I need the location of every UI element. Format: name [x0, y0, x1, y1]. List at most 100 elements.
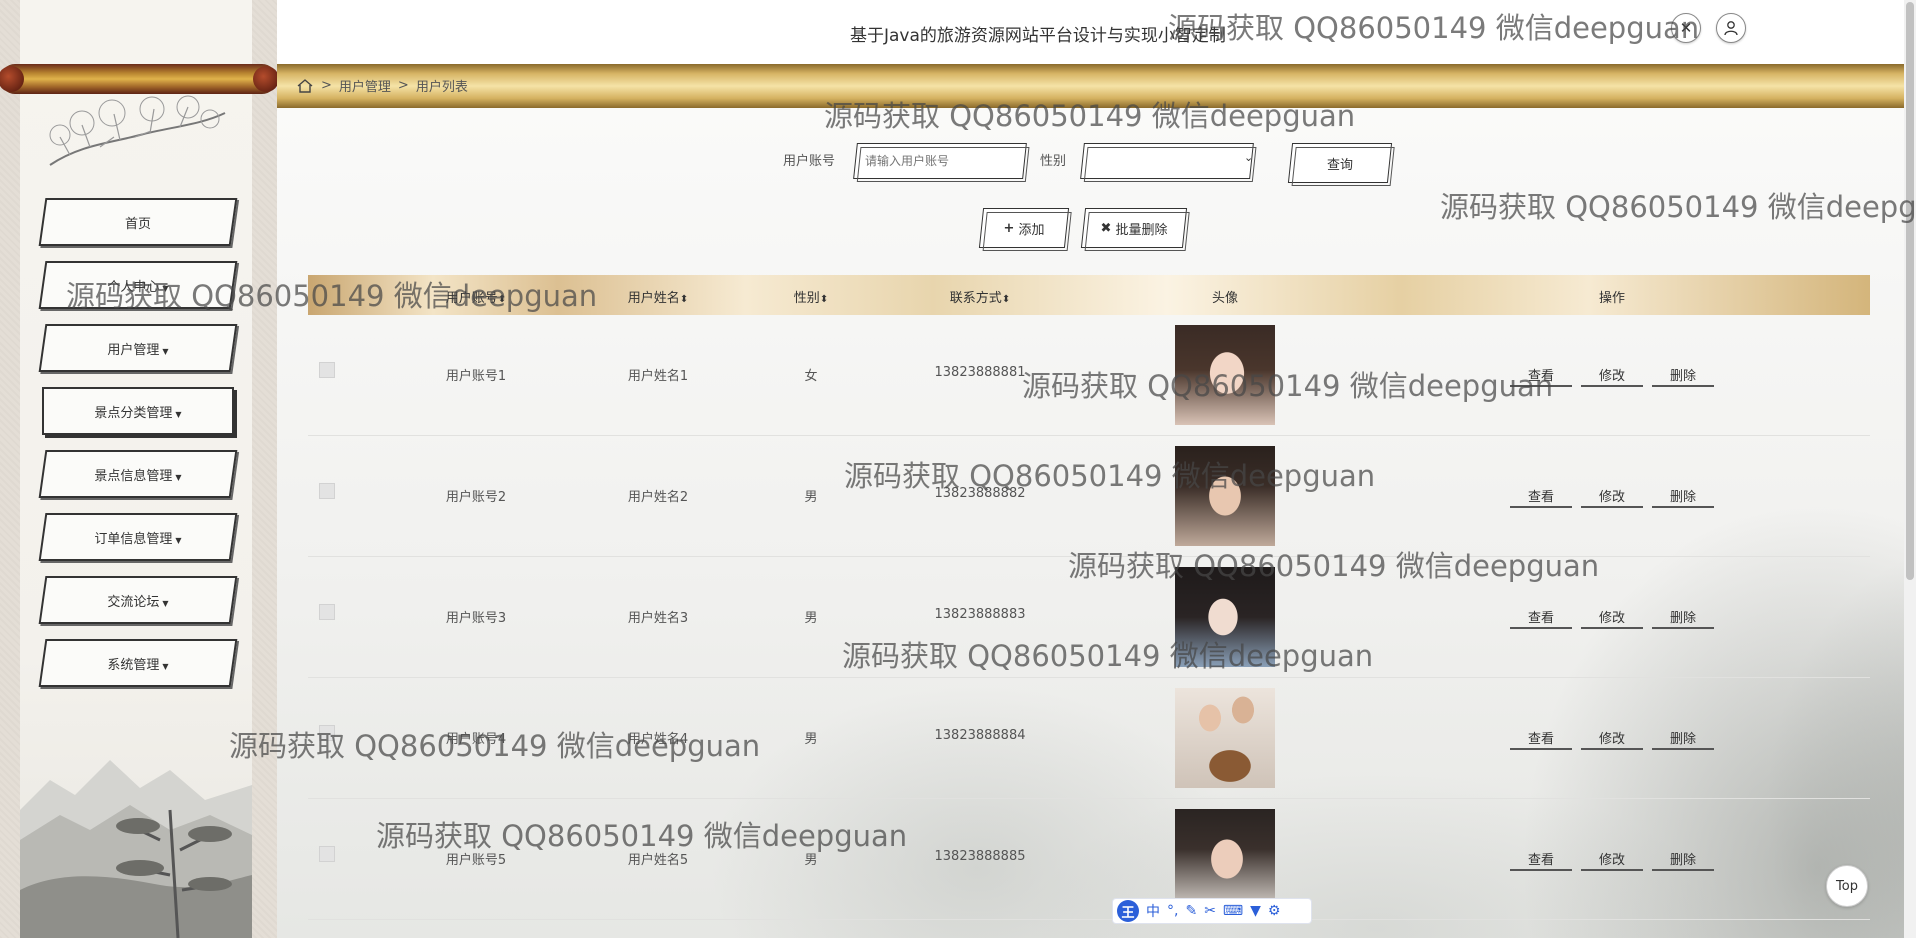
sidebar-item-system[interactable]: 系统管理 ▼	[38, 639, 238, 687]
batch-delete-label: 批量删除	[1115, 222, 1168, 238]
scrollbar-thumb[interactable]	[1906, 2, 1914, 580]
batch-delete-button[interactable]: ✖ 批量删除	[1083, 208, 1185, 248]
sort-icon: ⬍	[679, 294, 689, 305]
edit-button[interactable]: 修改	[1581, 605, 1643, 629]
view-button[interactable]: 查看	[1510, 847, 1572, 871]
row-checkbox[interactable]	[319, 846, 335, 862]
row-checkbox[interactable]	[319, 483, 335, 499]
edit-button[interactable]: 修改	[1581, 847, 1643, 871]
pen-icon[interactable]: ✎	[1185, 903, 1197, 919]
breadcrumb-bar	[277, 64, 1904, 108]
ime-toolbar: 王 中 °, ✎ ✂ ⌨ ▼ ⚙	[1112, 898, 1312, 924]
cell-phone: 13823888881	[934, 365, 1026, 380]
table-row: 用户账号4 用户姓名4 男 13823888884 查看 修改 删除	[308, 678, 1870, 799]
avatar	[1175, 809, 1275, 909]
avatar	[1175, 688, 1275, 788]
plus-icon: +	[1003, 220, 1015, 236]
scissors-icon[interactable]: ✂	[1204, 903, 1216, 919]
cell-phone: 13823888885	[934, 849, 1026, 864]
delete-button[interactable]: 删除	[1652, 726, 1714, 750]
home-icon[interactable]	[296, 78, 314, 94]
sidebar-item-orders[interactable]: 订单信息管理 ▼	[38, 513, 238, 561]
cell-account: 用户账号4	[445, 732, 507, 747]
cell-account: 用户账号3	[445, 611, 507, 626]
back-to-top-button[interactable]: Top	[1826, 865, 1868, 907]
view-button[interactable]: 查看	[1510, 484, 1572, 508]
caret-down-icon: ▼	[175, 535, 182, 545]
column-header-phone[interactable]: 联系方式⬍	[950, 287, 1010, 306]
breadcrumb-item[interactable]: 用户管理	[339, 76, 391, 95]
caret-down-icon: ▼	[162, 661, 169, 671]
column-header-gender[interactable]: 性别⬍	[794, 287, 828, 306]
view-button[interactable]: 查看	[1510, 726, 1572, 750]
cell-gender: 男	[804, 490, 818, 505]
view-button[interactable]: 查看	[1510, 363, 1572, 387]
edit-button[interactable]: 修改	[1581, 484, 1643, 508]
avatar	[1175, 567, 1275, 667]
mountain-painting-decoration	[20, 760, 252, 938]
sidebar-item-home[interactable]: 首页	[38, 198, 238, 246]
cell-gender: 男	[804, 732, 818, 747]
add-button-label: 添加	[1018, 222, 1045, 238]
delete-button[interactable]: 删除	[1652, 484, 1714, 508]
cell-gender: 男	[804, 611, 818, 626]
user-icon[interactable]	[1716, 13, 1746, 43]
table-header: 用户账号⬍ 用户姓名⬍ 性别⬍ 联系方式⬍ 头像 操作	[308, 275, 1870, 315]
cell-account: 用户账号1	[445, 369, 507, 384]
ime-logo-icon[interactable]: 王	[1117, 900, 1139, 922]
caret-down-icon: ▼	[162, 346, 169, 356]
punctuation-icon[interactable]: °,	[1167, 903, 1178, 919]
pine-branch-decoration	[49, 95, 226, 166]
column-header-name[interactable]: 用户姓名⬍	[628, 287, 688, 306]
caret-down-icon: ▼	[162, 598, 169, 608]
row-checkbox[interactable]	[319, 604, 335, 620]
account-label: 用户账号	[783, 154, 836, 169]
view-button[interactable]: 查看	[1510, 605, 1572, 629]
column-header-avatar: 头像	[1211, 291, 1239, 306]
sidebar: 首页 个人中心 ▼ 用户管理 ▼ 景点分类管理 ▼ 景点信息管理 ▼ 订单信息管理 ▼ 交…	[0, 0, 279, 938]
cell-gender: 女	[804, 369, 818, 384]
keyboard-icon[interactable]: ⌨	[1223, 903, 1243, 919]
sidebar-item-forum[interactable]: 交流论坛 ▼	[38, 576, 238, 624]
delete-button[interactable]: 删除	[1652, 605, 1714, 629]
cell-name: 用户姓名1	[627, 369, 689, 384]
delete-button[interactable]: 删除	[1652, 847, 1714, 871]
sidebar-item-label: 个人中心	[107, 279, 160, 295]
edit-button[interactable]: 修改	[1581, 363, 1643, 387]
shirt-icon[interactable]: ▼	[1250, 903, 1261, 919]
add-button[interactable]: + 添加	[981, 208, 1067, 248]
account-search-input[interactable]	[855, 146, 1020, 176]
column-header-account[interactable]: 用户账号⬍	[446, 287, 506, 306]
sidebar-item-scenic-info[interactable]: 景点信息管理 ▼	[38, 450, 238, 498]
sidebar-item-label: 用户管理	[107, 342, 160, 358]
cell-account: 用户账号5	[445, 853, 507, 868]
gender-select[interactable]	[1080, 143, 1254, 179]
sort-icon: ⬍	[819, 294, 829, 305]
sidebar-item-users[interactable]: 用户管理 ▼	[38, 324, 238, 372]
page-scrollbar[interactable]	[1904, 0, 1916, 938]
sidebar-item-label: 景点信息管理	[94, 468, 173, 484]
cell-account: 用户账号2	[445, 490, 507, 505]
close-icon[interactable]: ✕	[1671, 13, 1701, 43]
query-button[interactable]: 查询	[1290, 143, 1390, 183]
row-checkbox[interactable]	[319, 362, 335, 378]
settings-gear-icon[interactable]: ⚙	[1268, 903, 1281, 919]
edit-button[interactable]: 修改	[1581, 726, 1643, 750]
sidebar-item-scenic-category[interactable]: 景点分类管理 ▼	[38, 387, 238, 435]
close-icon: ✖	[1100, 220, 1112, 236]
cell-phone: 13823888882	[934, 486, 1026, 501]
sidebar-item-profile[interactable]: 个人中心 ▼	[38, 261, 238, 309]
gender-label: 性别	[1040, 154, 1067, 169]
breadcrumb-item: 用户列表	[415, 80, 468, 95]
avatar	[1175, 325, 1275, 425]
caret-down-icon: ▼	[175, 472, 182, 482]
breadcrumb: > 用户管理 > 用户列表	[296, 76, 468, 95]
ime-mode-toggle[interactable]: 中	[1146, 901, 1160, 921]
row-checkbox[interactable]	[319, 725, 335, 741]
sidebar-item-label: 系统管理	[107, 657, 160, 673]
delete-button[interactable]: 删除	[1652, 363, 1714, 387]
cell-name: 用户姓名5	[627, 853, 689, 868]
avatar	[1175, 446, 1275, 546]
table-row: 用户账号3 用户姓名3 男 13823888883 查看 修改 删除	[308, 557, 1870, 678]
chevron-down-icon: ⌄	[1244, 151, 1254, 164]
